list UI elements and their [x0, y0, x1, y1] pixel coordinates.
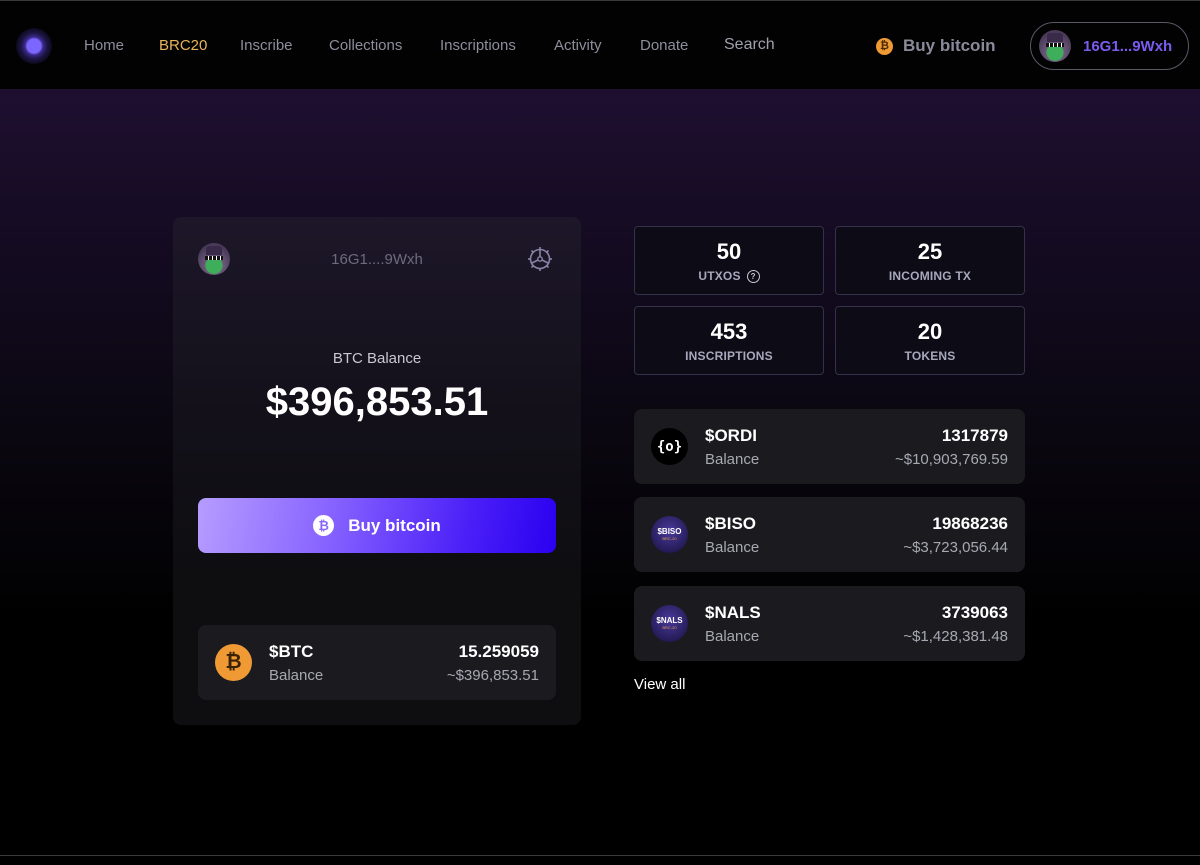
- icon-subtext: BRC-20: [662, 625, 677, 630]
- nav-inscriptions[interactable]: Inscriptions: [440, 37, 516, 54]
- buy-bitcoin-label: Buy bitcoin: [348, 515, 441, 535]
- logo-icon[interactable]: [16, 28, 52, 64]
- token-amount: 3739063: [941, 603, 1008, 622]
- stat-value: 25: [917, 239, 943, 264]
- bitcoin-icon: ₿: [215, 644, 252, 681]
- token-sub-label: Balance: [705, 539, 760, 556]
- avatar: [1039, 30, 1071, 62]
- icon-subtext: BRC-20: [662, 536, 677, 541]
- stat-value: 20: [917, 319, 943, 344]
- token-name: $BISO: [705, 514, 757, 533]
- top-nav: Home BRC20 Inscribe Collections Inscript…: [0, 1, 1200, 89]
- token-usd-value: ~$10,903,769.59: [894, 451, 1008, 468]
- ordi-icon: {o}: [651, 428, 688, 465]
- token-row-ordi[interactable]: {o} $ORDI Balance 1317879 ~$10,903,769.5…: [634, 409, 1025, 484]
- nav-home[interactable]: Home: [84, 37, 124, 54]
- wallet-card: 16G1....9Wxh BTC Balance $396,853.51 ₿ B…: [173, 217, 581, 725]
- btc-balance-row[interactable]: ₿ $BTC Balance 15.259059 ~$396,853.51: [198, 625, 556, 700]
- token-amount: 19868236: [932, 514, 1008, 533]
- nav-brc20[interactable]: BRC20: [159, 37, 207, 54]
- token-usd-value: ~$1,428,381.48: [903, 628, 1008, 645]
- bottom-border: [0, 855, 1200, 856]
- settings-gear-icon[interactable]: [527, 246, 553, 272]
- nav-inscribe[interactable]: Inscribe: [240, 37, 293, 54]
- nav-activity[interactable]: Activity: [554, 37, 602, 54]
- token-sub-label: Balance: [269, 667, 324, 684]
- stat-label: INSCRIPTIONS: [685, 349, 773, 363]
- wallet-button[interactable]: 16G1...9Wxh: [1030, 22, 1189, 70]
- stat-incoming-tx[interactable]: 25 INCOMING TX: [835, 226, 1025, 295]
- buy-bitcoin-link[interactable]: ₿ Buy bitcoin: [876, 36, 996, 56]
- token-name: $BTC: [269, 642, 314, 661]
- wallet-address: 16G1...9Wxh: [1083, 37, 1173, 55]
- biso-icon: $BISO BRC-20: [651, 516, 688, 553]
- nav-donate[interactable]: Donate: [640, 37, 688, 54]
- buy-bitcoin-button[interactable]: ₿ Buy bitcoin: [198, 498, 556, 553]
- icon-text: $NALS: [656, 616, 683, 625]
- balance-label: BTC Balance: [332, 350, 422, 367]
- balance-value: $396,853.51: [265, 380, 489, 424]
- token-row-nals[interactable]: $NALS BRC-20 $NALS Balance 3739063 ~$1,4…: [634, 586, 1025, 661]
- icon-text: $BISO: [657, 527, 682, 536]
- token-sub-label: Balance: [705, 451, 760, 468]
- token-sub-label: Balance: [705, 628, 760, 645]
- stat-label-row: UTXOS ?: [635, 269, 823, 283]
- stat-label: UTXOS: [698, 269, 741, 283]
- stat-label: TOKENS: [904, 349, 956, 363]
- token-name: $ORDI: [705, 426, 757, 445]
- nav-search[interactable]: Search: [724, 36, 775, 54]
- nals-icon: $NALS BRC-20: [651, 605, 688, 642]
- stat-value: 50: [716, 239, 742, 264]
- bitcoin-icon: ₿: [876, 37, 893, 55]
- token-amount: 15.259059: [458, 642, 539, 661]
- stat-label: INCOMING TX: [888, 269, 972, 283]
- stat-value: 453: [710, 319, 748, 344]
- token-amount: 1317879: [941, 426, 1008, 445]
- wallet-address[interactable]: 16G1....9Wxh: [173, 251, 581, 268]
- token-row-biso[interactable]: $BISO BRC-20 $BISO Balance 19868236 ~$3,…: [634, 497, 1025, 572]
- token-name: $NALS: [705, 603, 761, 622]
- buy-bitcoin-label: Buy bitcoin: [903, 36, 996, 55]
- nav-collections[interactable]: Collections: [329, 37, 402, 54]
- stat-utxos[interactable]: 50 UTXOS ?: [634, 226, 824, 295]
- stat-inscriptions[interactable]: 453 INSCRIPTIONS: [634, 306, 824, 375]
- help-icon[interactable]: ?: [746, 269, 760, 283]
- stat-tokens[interactable]: 20 TOKENS: [835, 306, 1025, 375]
- token-usd-value: ~$3,723,056.44: [903, 539, 1008, 556]
- bitcoin-icon: ₿: [313, 515, 335, 536]
- view-all-link[interactable]: View all: [634, 676, 685, 693]
- token-usd-value: ~$396,853.51: [446, 667, 539, 684]
